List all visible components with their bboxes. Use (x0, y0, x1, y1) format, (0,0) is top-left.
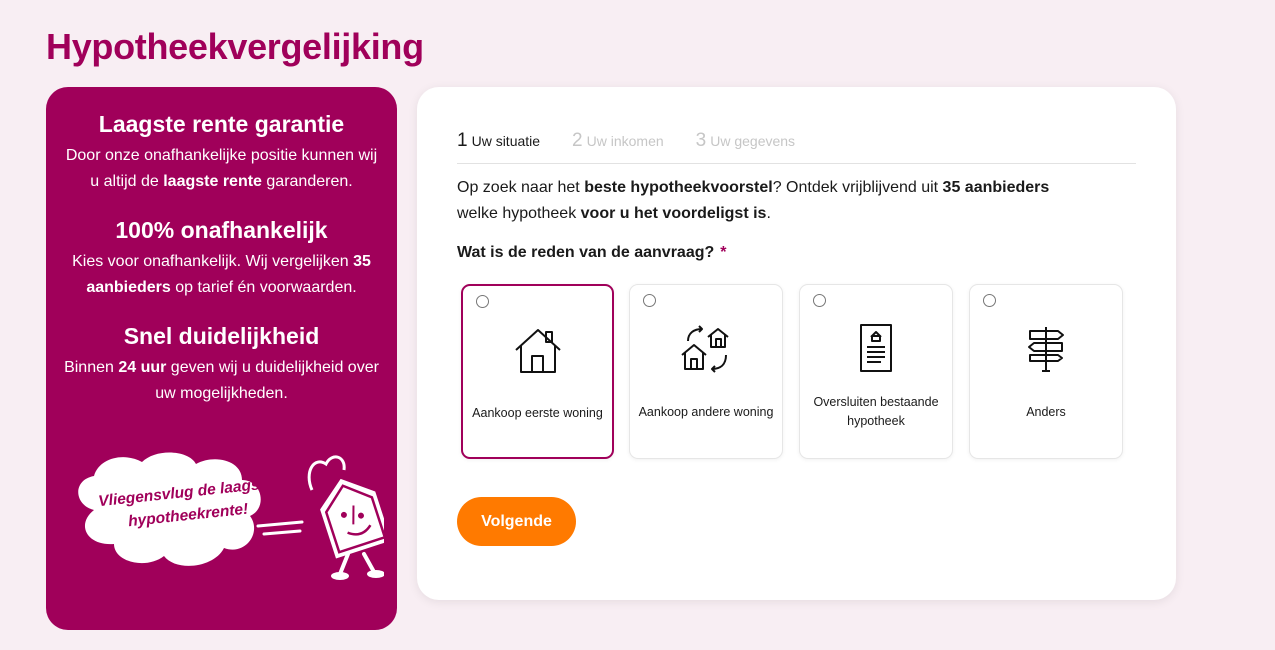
option-label: Anders (1026, 404, 1066, 419)
mascot-illustration: Vliegensvlug de laagste hypotheekrente! (64, 450, 392, 580)
usp-lowest-rate: Laagste rente garantie Door onze onafhan… (46, 109, 397, 195)
option-label: Aankoop eerste woning (472, 405, 603, 420)
option-label: Oversluiten bestaande hypotheek (813, 395, 939, 428)
usp-title: Snel duidelijkheid (123, 323, 320, 349)
required-mark: * (720, 244, 727, 261)
radio-button[interactable] (476, 295, 489, 308)
radio-button[interactable] (983, 294, 996, 307)
document-icon (860, 324, 892, 372)
step-gegevens: 3 Uw gegevens (695, 130, 796, 151)
usp-quick-clarity: Snel duidelijkheid Binnen 24 uur geven w… (46, 321, 397, 407)
question-label: Wat is de reden van de aanvraag? * (457, 244, 727, 261)
option-anders[interactable]: Anders (969, 284, 1123, 459)
option-aankoop-andere-woning[interactable]: Aankoop andere woning (629, 284, 783, 459)
usp-text: Kies voor onafhankelijk. Wij vergelijken… (72, 253, 371, 296)
step-inkomen: 2 Uw inkomen (572, 130, 664, 151)
usp-independent: 100% onafhankelijk Kies voor onafhankeli… (46, 215, 397, 301)
usp-text: Door onze onafhankelijke positie kunnen … (65, 147, 378, 190)
step-situatie: 1 Uw situatie (457, 130, 541, 151)
radio-button[interactable] (643, 294, 656, 307)
signpost-icon (1028, 327, 1064, 372)
form-card: 1 Uw situatie 2 Uw inkomen 3 Uw gegevens… (417, 87, 1176, 600)
usp-panel: Laagste rente garantie Door onze onafhan… (46, 87, 397, 630)
option-oversluiten-hypotheek[interactable]: Oversluiten bestaande hypotheek (799, 284, 953, 459)
next-button[interactable]: Volgende (457, 497, 576, 546)
option-label: Aankoop andere woning (638, 404, 774, 419)
house-swap-icon (681, 325, 729, 373)
house-icon (514, 329, 561, 373)
intro-text: Op zoek naar het beste hypotheekvoorstel… (457, 179, 1050, 222)
usp-text: Binnen 24 uur geven wij u duidelijkheid … (64, 359, 379, 402)
step-indicator: 1 Uw situatie 2 Uw inkomen 3 Uw gegevens (457, 130, 1136, 164)
usp-title: 100% onafhankelijk (115, 217, 328, 243)
option-aankoop-eerste-woning[interactable]: Aankoop eerste woning (461, 284, 614, 459)
radio-button[interactable] (813, 294, 826, 307)
usp-title: Laagste rente garantie (98, 111, 345, 137)
page-title: Hypotheekvergelijking (46, 26, 424, 67)
